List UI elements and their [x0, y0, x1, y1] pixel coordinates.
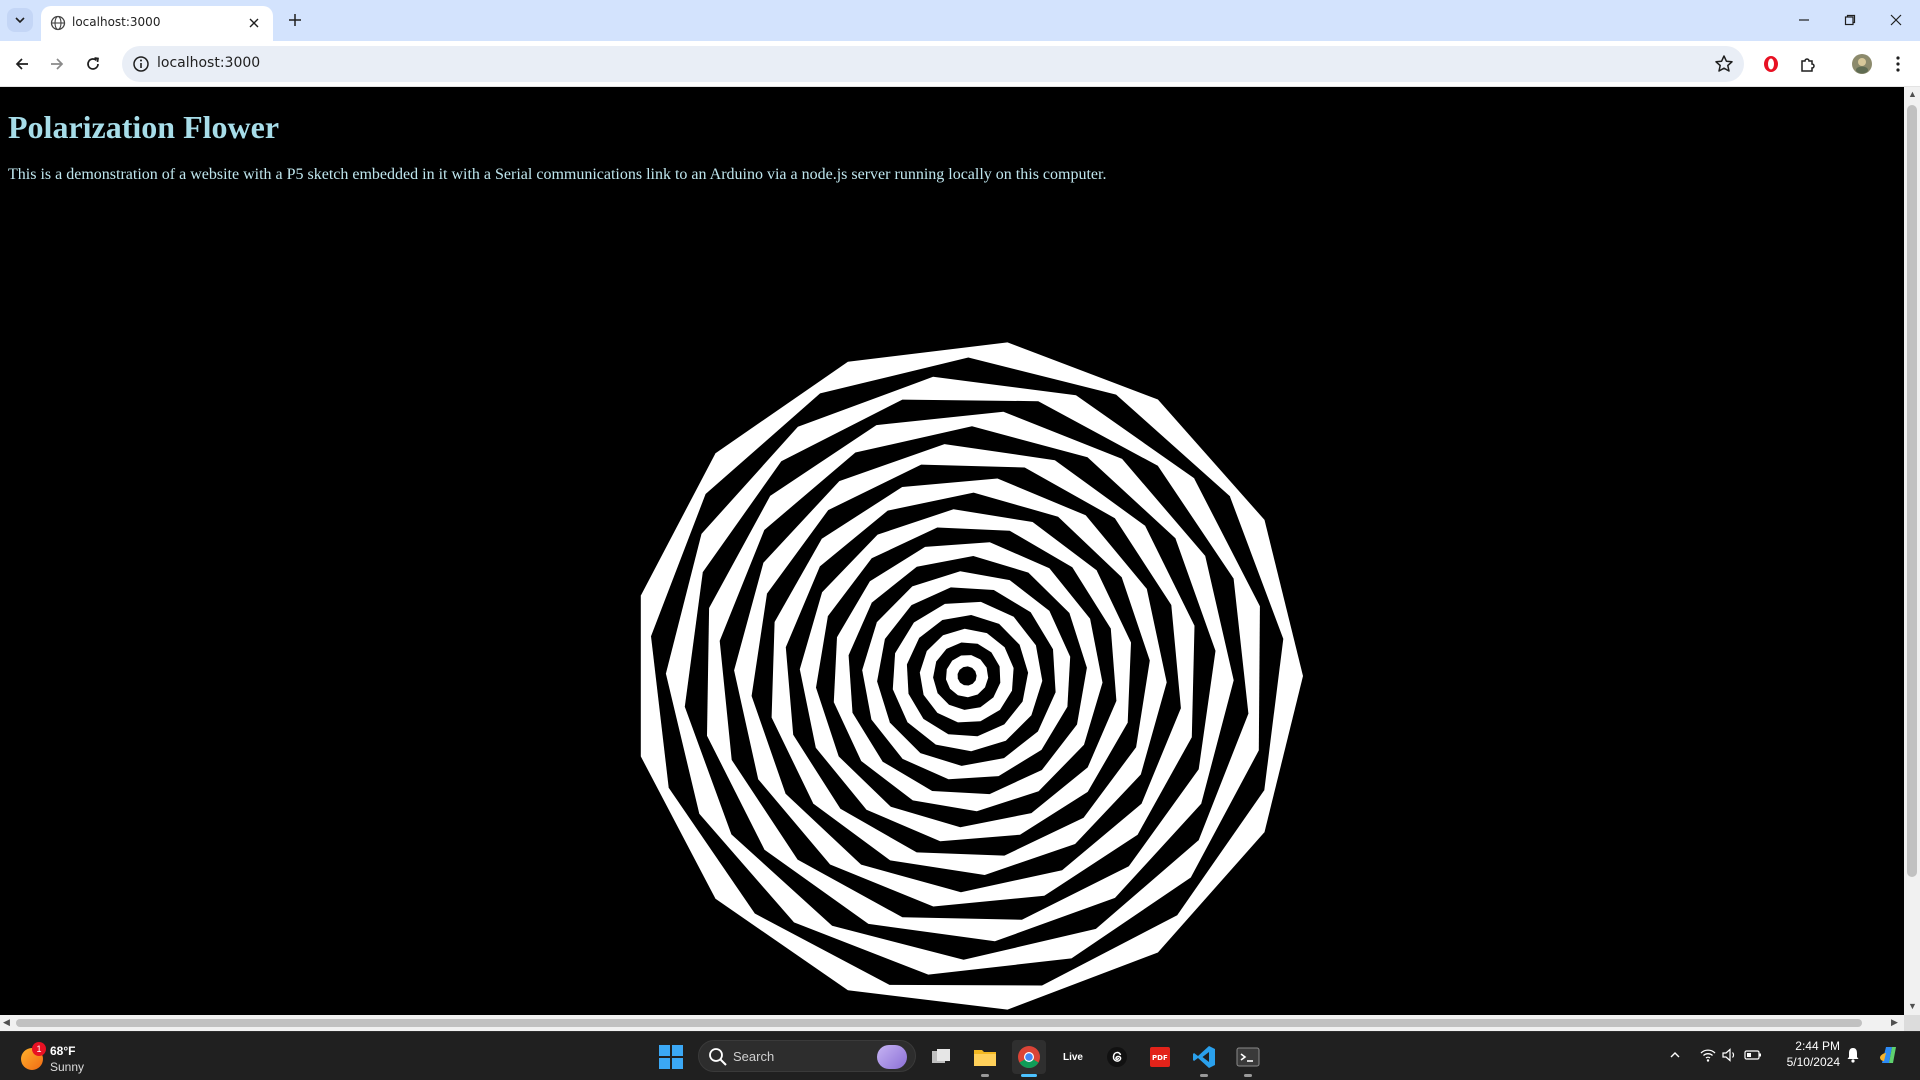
windows-logo-icon	[659, 1045, 683, 1069]
horizontal-scroll-thumb[interactable]	[16, 1019, 1862, 1027]
back-button[interactable]	[6, 48, 38, 80]
scroll-right-arrow-icon[interactable]: ▶	[1891, 1017, 1898, 1028]
scrollbar-corner	[1904, 1015, 1920, 1031]
opera-icon	[1764, 56, 1778, 72]
windows-taskbar: 1 68°F Sunny Search Live PDF 2:44 PM 5/1…	[0, 1031, 1920, 1080]
page-title: Polarization Flower	[8, 109, 280, 145]
tab-title: localhost:3000	[72, 15, 161, 29]
site-info-icon[interactable]	[132, 55, 150, 73]
address-bar[interactable]: localhost:3000	[122, 46, 1744, 82]
scroll-up-arrow-icon[interactable]: ▲	[1908, 89, 1917, 99]
weather-condition: Sunny	[50, 1060, 85, 1074]
copilot-icon	[1880, 1047, 1896, 1063]
plus-icon	[289, 14, 301, 26]
search-placeholder: Search	[733, 1049, 775, 1064]
sketch-center-dot	[963, 672, 971, 680]
task-view-icon	[932, 1049, 950, 1063]
weather-temperature: 68°F	[50, 1044, 76, 1058]
threads-icon	[1107, 1047, 1127, 1067]
vscode-button[interactable]	[1187, 1040, 1221, 1077]
forward-button[interactable]	[41, 48, 73, 80]
more-vertical-icon	[1896, 56, 1900, 72]
active-indicator	[1021, 1074, 1037, 1077]
restore-button[interactable]	[1828, 6, 1872, 34]
folder-icon	[974, 1050, 996, 1066]
search-highlight-icon	[877, 1045, 907, 1069]
profile-button[interactable]	[1848, 50, 1876, 78]
svg-text:PDF: PDF	[1152, 1054, 1168, 1062]
tab-close-button[interactable]	[243, 12, 265, 34]
bell-icon	[1847, 1048, 1859, 1063]
start-button[interactable]	[655, 1041, 687, 1073]
minimize-button[interactable]	[1782, 6, 1826, 34]
browser-tab[interactable]: localhost:3000	[41, 6, 273, 41]
notification-center-button[interactable]	[1844, 1046, 1862, 1064]
terminal-button[interactable]	[1231, 1040, 1265, 1077]
pdf-app-button[interactable]: PDF	[1143, 1040, 1177, 1074]
weather-widget[interactable]: 1 68°F Sunny	[18, 1038, 128, 1076]
arrow-right-icon	[51, 58, 64, 70]
search-icon	[709, 1048, 727, 1066]
wifi-icon	[1700, 1049, 1716, 1062]
vertical-scrollbar[interactable]: ▲ ▼	[1904, 87, 1920, 1015]
running-indicator	[981, 1074, 989, 1077]
taskbar-search[interactable]: Search	[698, 1040, 916, 1072]
pdf-icon: PDF	[1150, 1047, 1170, 1067]
clock-date: 5/10/2024	[1786, 1055, 1840, 1069]
browser-toolbar: localhost:3000	[0, 41, 1920, 87]
chevron-up-icon	[1670, 1052, 1680, 1058]
restore-icon	[1844, 14, 1856, 26]
running-indicator	[1244, 1074, 1252, 1077]
scroll-down-arrow-icon[interactable]: ▼	[1908, 1001, 1917, 1011]
arrow-left-icon	[15, 58, 28, 70]
taskbar-clock[interactable]: 2:44 PM 5/10/2024	[1768, 1038, 1840, 1070]
avatar-icon	[1852, 54, 1872, 74]
bookmark-star-icon[interactable]	[1714, 54, 1734, 74]
threads-app-button[interactable]	[1100, 1040, 1134, 1074]
reload-icon	[87, 57, 99, 70]
notification-badge: 1	[32, 1042, 46, 1056]
close-icon	[249, 18, 259, 28]
live-app-button[interactable]: Live	[1056, 1040, 1090, 1074]
p5-sketch-canvas[interactable]	[620, 337, 1314, 1015]
wifi-status[interactable]	[1699, 1046, 1717, 1064]
clock-time: 2:44 PM	[1795, 1039, 1840, 1053]
scroll-left-arrow-icon[interactable]: ◀	[3, 1017, 10, 1028]
battery-icon	[1744, 1050, 1761, 1060]
copilot-button[interactable]	[1876, 1042, 1902, 1068]
vscode-icon	[1193, 1046, 1215, 1068]
browser-menu-button[interactable]	[1884, 50, 1912, 78]
volume-status[interactable]	[1721, 1046, 1739, 1064]
terminal-icon	[1236, 1047, 1260, 1067]
extensions-button[interactable]	[1794, 50, 1822, 78]
show-hidden-icons-button[interactable]	[1666, 1046, 1684, 1064]
chrome-taskbar-button[interactable]	[1012, 1040, 1046, 1077]
opera-extension-icon[interactable]	[1757, 50, 1785, 78]
globe-icon	[50, 15, 66, 31]
puzzle-icon	[1801, 58, 1815, 72]
live-label: Live	[1062, 1051, 1083, 1063]
task-view-button[interactable]	[924, 1040, 958, 1074]
speaker-icon	[1722, 1048, 1735, 1062]
reload-button[interactable]	[77, 48, 109, 80]
chevron-down-icon	[15, 17, 25, 24]
page-description: This is a demonstration of a website wit…	[8, 166, 1107, 183]
file-explorer-button[interactable]	[968, 1040, 1002, 1077]
new-tab-button[interactable]	[282, 8, 308, 32]
horizontal-scrollbar[interactable]: ◀ ▶	[0, 1015, 1904, 1031]
chrome-icon	[1018, 1046, 1040, 1068]
running-indicator	[1200, 1074, 1208, 1077]
browser-tab-strip: localhost:3000	[0, 0, 1920, 41]
web-page: Polarization Flower This is a demonstrat…	[0, 87, 1904, 1015]
minimize-icon	[1799, 19, 1809, 21]
close-icon	[1890, 14, 1902, 26]
battery-status[interactable]	[1744, 1046, 1762, 1064]
vertical-scroll-thumb[interactable]	[1907, 105, 1917, 877]
url-text[interactable]: localhost:3000	[157, 55, 260, 71]
tab-search-button[interactable]	[7, 8, 33, 32]
close-window-button[interactable]	[1874, 6, 1918, 34]
